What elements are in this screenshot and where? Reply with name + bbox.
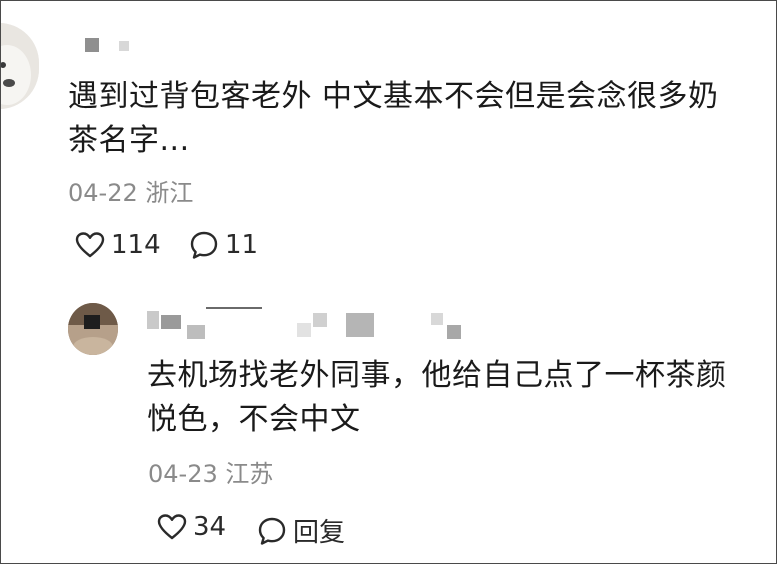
comment-date: 04-22 bbox=[68, 179, 138, 207]
reply-count: 11 bbox=[225, 230, 259, 260]
comment-text: 遇到过背包客老外 中文基本不会但是会念很多奶 茶名字... bbox=[68, 79, 719, 158]
speech-bubble-icon bbox=[257, 516, 287, 546]
comment-location: 浙江 bbox=[145, 179, 194, 207]
heart-outline-icon bbox=[157, 513, 187, 541]
reply-button[interactable]: 11 bbox=[189, 230, 258, 260]
speech-bubble-icon bbox=[189, 230, 219, 260]
comment-text: 去机场找老外同事，他给自己点了一杯茶颜 悦色，不会中文 bbox=[147, 358, 727, 437]
heart-outline-icon bbox=[75, 231, 105, 259]
comment-location: 江苏 bbox=[225, 460, 274, 488]
reply-button[interactable]: 回复 bbox=[257, 512, 345, 549]
avatar[interactable] bbox=[1, 23, 39, 109]
avatar[interactable] bbox=[68, 303, 118, 355]
comment-meta: 04-23 江苏 bbox=[148, 459, 273, 489]
like-count: 34 bbox=[193, 512, 227, 542]
comment-thread: 遇到过背包客老外 中文基本不会但是会念很多奶 茶名字... 04-22 浙江 1… bbox=[0, 0, 777, 564]
comment-meta: 04-22 浙江 bbox=[68, 178, 193, 208]
like-button[interactable]: 34 bbox=[157, 512, 226, 542]
reply-label: 回复 bbox=[293, 518, 346, 548]
like-button[interactable]: 114 bbox=[75, 230, 161, 260]
comment-date: 04-23 bbox=[148, 460, 218, 488]
like-count: 114 bbox=[111, 230, 161, 260]
